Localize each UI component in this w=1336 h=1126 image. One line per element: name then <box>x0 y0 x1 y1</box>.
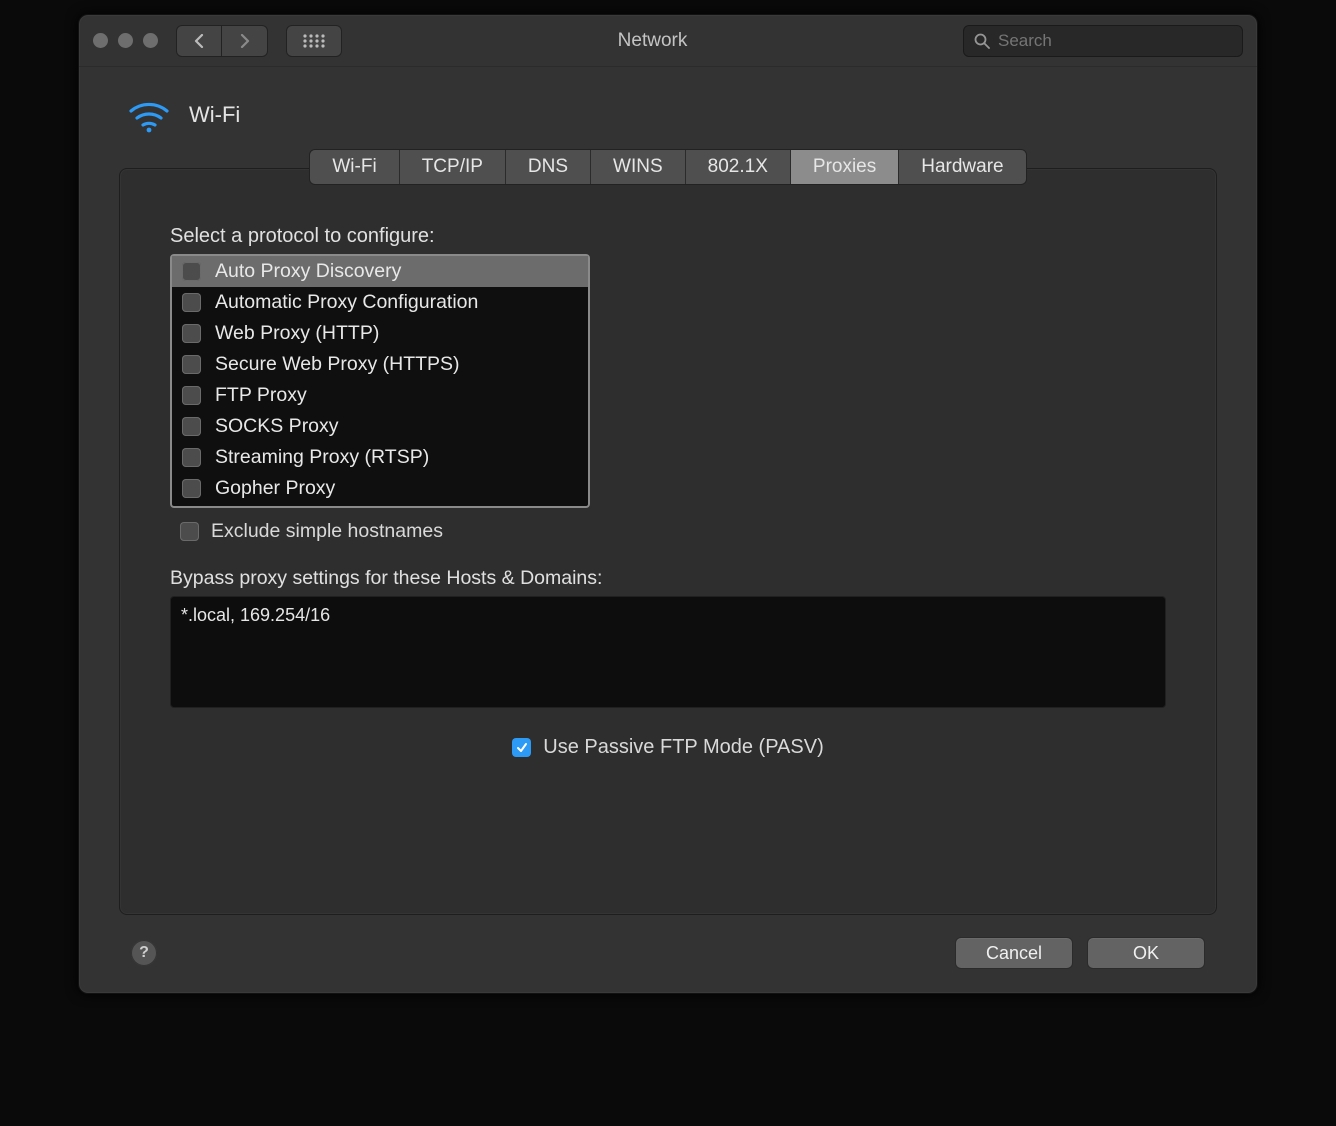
settings-panel: Select a protocol to configure: Auto Pro… <box>119 168 1217 915</box>
tab-wi-fi[interactable]: Wi-Fi <box>310 150 399 184</box>
forward-button[interactable] <box>222 25 268 57</box>
protocol-checkbox[interactable] <box>182 324 201 343</box>
search-icon <box>974 33 990 49</box>
tab-hardware[interactable]: Hardware <box>899 150 1025 184</box>
tab-bar: Wi-FiTCP/IPDNSWINS802.1XProxiesHardware <box>309 149 1026 185</box>
minimize-icon[interactable] <box>118 33 133 48</box>
exclude-simple-label: Exclude simple hostnames <box>211 520 443 543</box>
protocol-checkbox[interactable] <box>182 479 201 498</box>
interface-header: Wi-Fi <box>119 97 1217 133</box>
protocol-checkbox[interactable] <box>182 417 201 436</box>
cancel-button[interactable]: Cancel <box>955 937 1073 969</box>
titlebar: Network <box>79 15 1257 67</box>
protocol-label: Automatic Proxy Configuration <box>215 291 478 314</box>
protocol-label: FTP Proxy <box>215 384 307 407</box>
search-field[interactable] <box>963 25 1243 57</box>
protocol-label: Gopher Proxy <box>215 477 335 500</box>
protocol-label: Streaming Proxy (RTSP) <box>215 446 429 469</box>
bypass-textarea[interactable] <box>170 596 1166 708</box>
protocol-checkbox[interactable] <box>182 293 201 312</box>
protocol-item[interactable]: Gopher Proxy <box>172 473 588 504</box>
dialog-footer: ? Cancel OK <box>119 923 1217 973</box>
tab-tcp-ip[interactable]: TCP/IP <box>400 150 506 184</box>
tab-wins[interactable]: WINS <box>591 150 686 184</box>
protocol-item[interactable]: SOCKS Proxy <box>172 411 588 442</box>
protocol-item[interactable]: Web Proxy (HTTP) <box>172 318 588 349</box>
protocol-label: Secure Web Proxy (HTTPS) <box>215 353 460 376</box>
protocol-item[interactable]: Automatic Proxy Configuration <box>172 287 588 318</box>
interface-name: Wi-Fi <box>189 102 240 128</box>
protocol-checkbox[interactable] <box>182 355 201 374</box>
wifi-icon <box>127 97 171 133</box>
pasv-checkbox[interactable] <box>512 738 531 757</box>
protocol-list[interactable]: Auto Proxy Discovery Automatic Proxy Conf… <box>170 254 590 508</box>
protocol-item[interactable]: Streaming Proxy (RTSP) <box>172 442 588 473</box>
protocol-checkbox[interactable] <box>182 386 201 405</box>
back-button[interactable] <box>176 25 222 57</box>
tab-proxies[interactable]: Proxies <box>791 150 899 184</box>
protocol-label: Web Proxy (HTTP) <box>215 322 379 345</box>
protocol-select-label: Select a protocol to configure: <box>170 225 1166 248</box>
help-button[interactable]: ? <box>131 940 157 966</box>
show-all-button[interactable] <box>286 25 342 57</box>
protocol-item[interactable]: Secure Web Proxy (HTTPS) <box>172 349 588 380</box>
protocol-item[interactable]: Auto Proxy Discovery <box>172 256 588 287</box>
tab-dns[interactable]: DNS <box>506 150 591 184</box>
traffic-lights <box>93 33 158 48</box>
exclude-simple-checkbox[interactable] <box>180 522 199 541</box>
protocol-label: Auto Proxy Discovery <box>215 260 401 283</box>
zoom-icon[interactable] <box>143 33 158 48</box>
protocol-item[interactable]: FTP Proxy <box>172 380 588 411</box>
protocol-checkbox[interactable] <box>182 262 201 281</box>
search-input[interactable] <box>998 31 1232 51</box>
pasv-label: Use Passive FTP Mode (PASV) <box>543 736 823 759</box>
window-title: Network <box>350 30 955 52</box>
protocol-label: SOCKS Proxy <box>215 415 339 438</box>
ok-button[interactable]: OK <box>1087 937 1205 969</box>
bypass-label: Bypass proxy settings for these Hosts & … <box>170 567 1166 590</box>
protocol-checkbox[interactable] <box>182 448 201 467</box>
preferences-window: Network Wi-Fi Wi-FiTCP/IPDNSWINS802.1XPr… <box>78 14 1258 994</box>
tab-802-1x[interactable]: 802.1X <box>686 150 791 184</box>
close-icon[interactable] <box>93 33 108 48</box>
